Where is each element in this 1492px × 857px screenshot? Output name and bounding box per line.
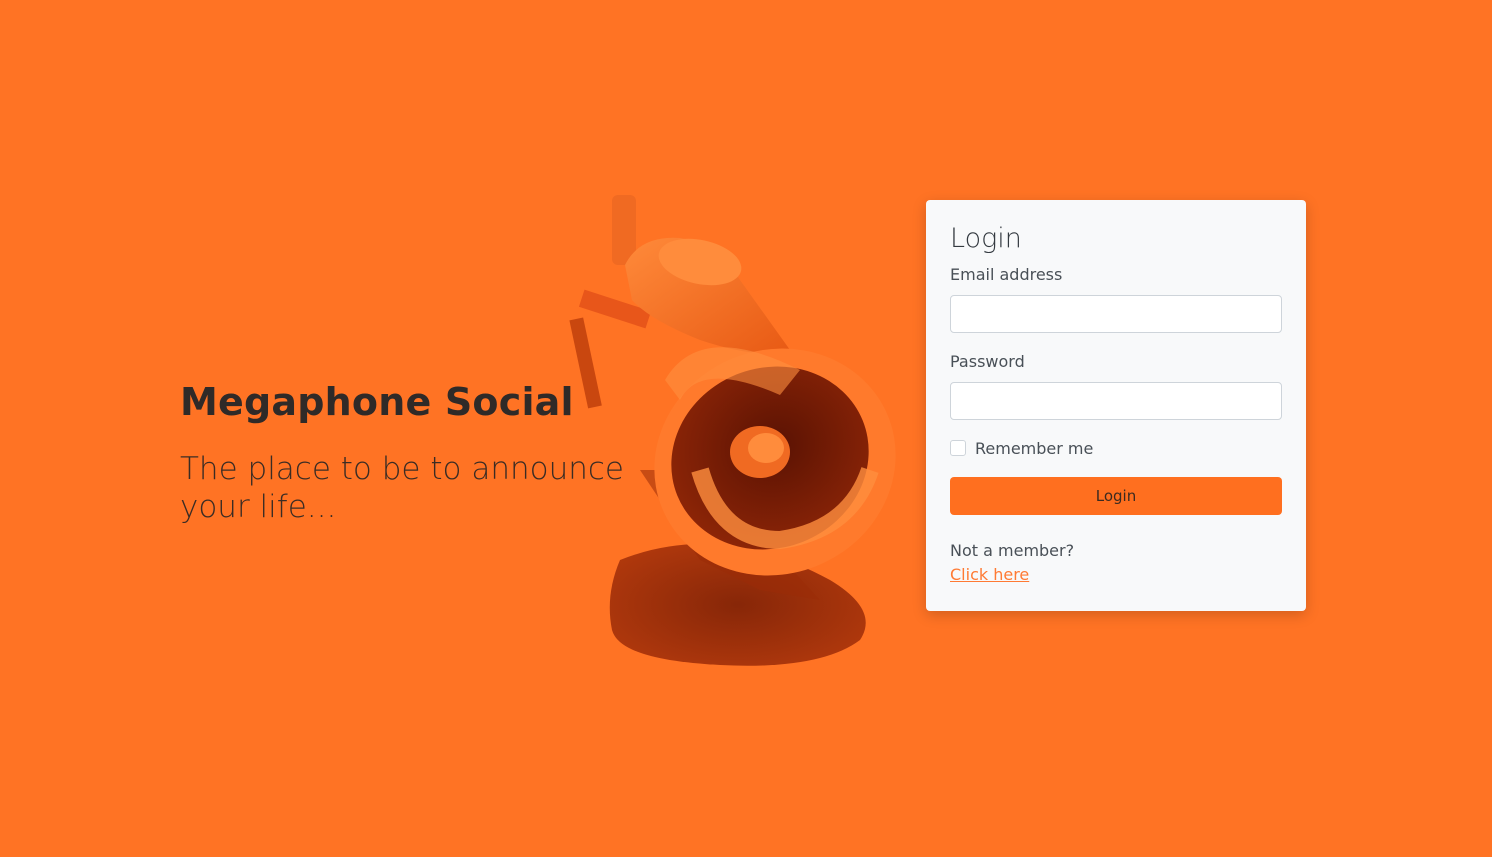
remember-me-label[interactable]: Remember me	[975, 439, 1093, 458]
email-label: Email address	[950, 265, 1063, 284]
login-button[interactable]: Login	[950, 477, 1282, 515]
login-title: Login	[950, 223, 1022, 254]
password-input[interactable]	[950, 382, 1282, 420]
brand-title: Megaphone Social	[180, 380, 574, 424]
remember-me-row: Remember me	[950, 437, 1282, 459]
signup-prompt: Not a member?	[950, 541, 1075, 560]
remember-me-checkbox[interactable]	[950, 440, 966, 456]
signup-link[interactable]: Click here	[950, 563, 1029, 587]
brand-section: Megaphone Social The place to be to anno…	[180, 380, 740, 526]
password-label: Password	[950, 352, 1025, 371]
password-field-group: Password	[950, 351, 1282, 420]
email-input[interactable]	[950, 295, 1282, 333]
signup-section: Not a member? Click here	[950, 539, 1282, 587]
brand-tagline: The place to be to announce your life...	[180, 451, 624, 525]
email-field-group: Email address	[950, 264, 1282, 333]
login-card: Login Email address Password Remember me…	[926, 200, 1306, 611]
